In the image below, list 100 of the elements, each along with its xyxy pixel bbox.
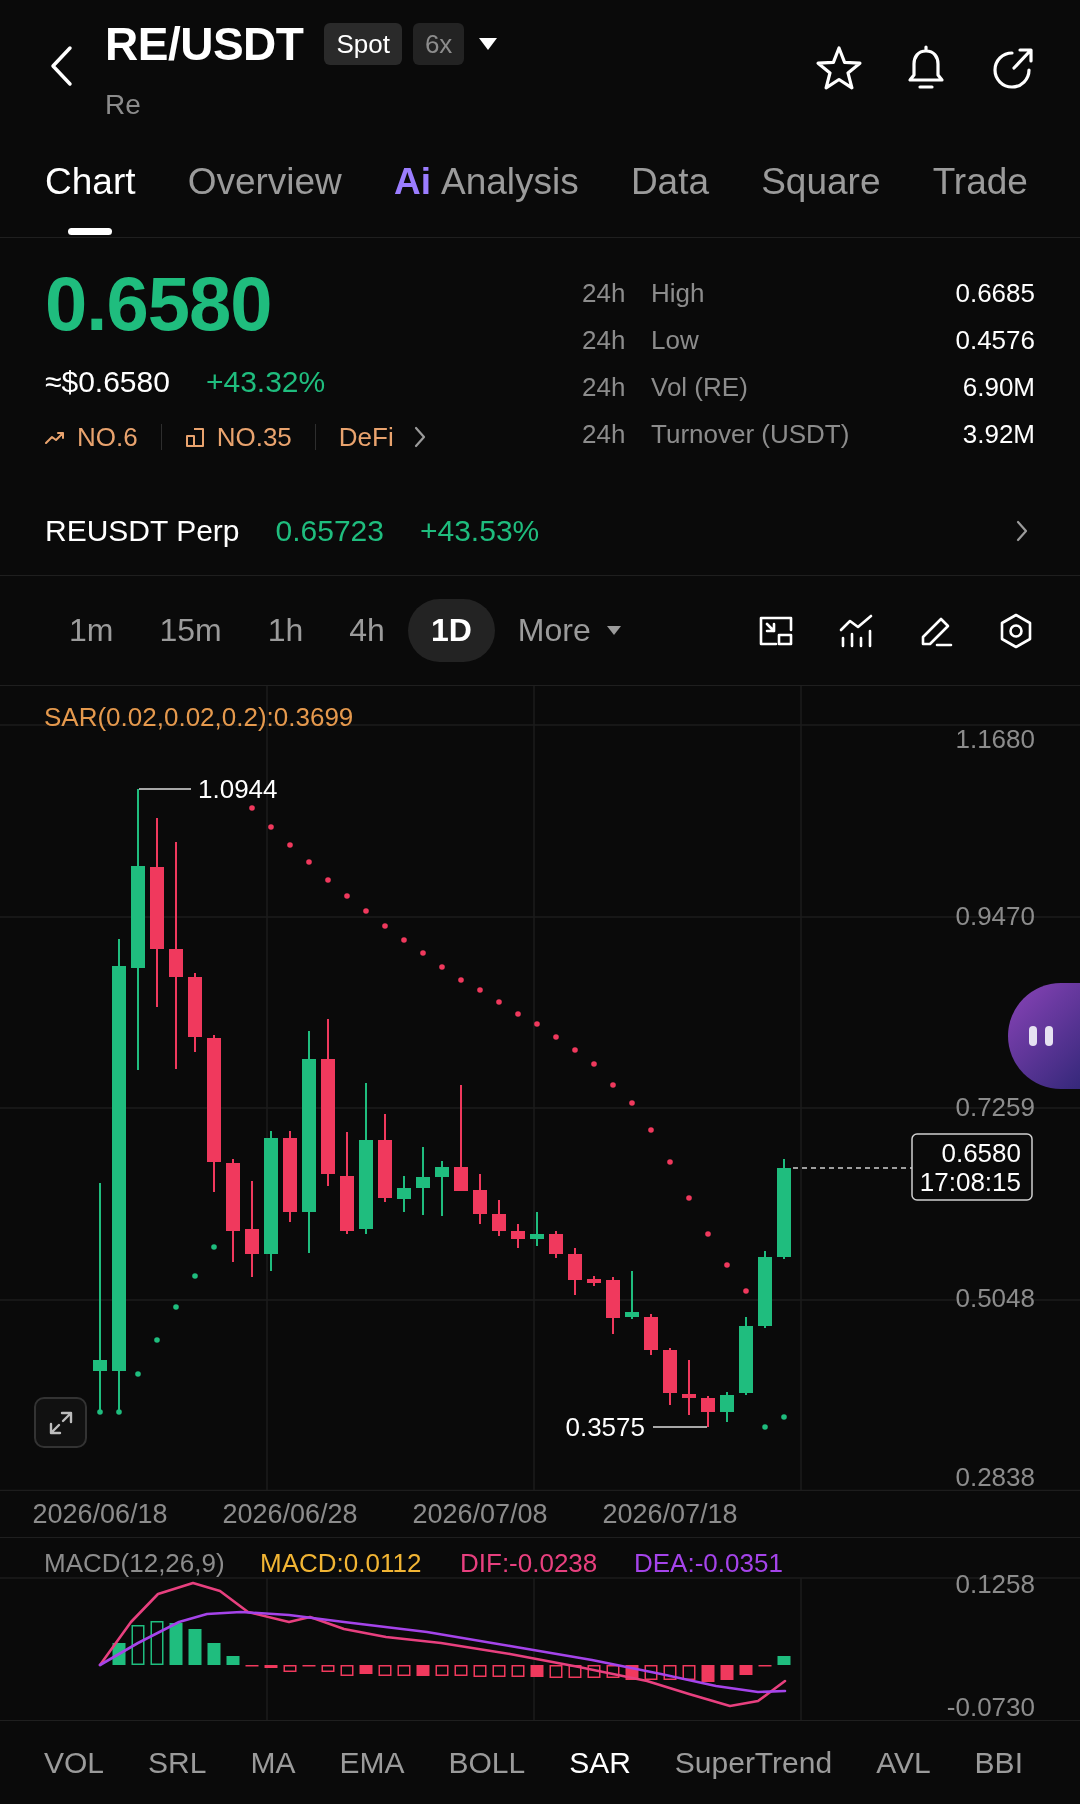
chevron-right-icon[interactable] (1016, 519, 1028, 542)
settings-icon[interactable] (998, 612, 1034, 649)
macd-legend-label: MACD:0.0112 (260, 1548, 422, 1578)
price-axis-label: 1.1680 (955, 724, 1035, 754)
macd-bar (473, 1665, 487, 1677)
stat-label: High (651, 278, 706, 309)
macd-bar (587, 1665, 601, 1678)
market-badge[interactable]: Spot (324, 23, 402, 65)
macd-bar (150, 1621, 164, 1665)
bars-icon (184, 427, 205, 447)
stat-period: 24h (582, 372, 627, 403)
last-price: 0.6580 (45, 264, 273, 344)
stat-value: 0.4576 (955, 325, 1035, 356)
price-axis-label: 0.7259 (955, 1092, 1035, 1122)
macd-axis-label: 0.1258 (955, 1569, 1035, 1599)
trend-up-icon (45, 430, 65, 444)
macd-bar (283, 1665, 297, 1672)
indicator-tab[interactable]: BOLL (448, 1742, 526, 1783)
indicator-tab[interactable]: VOL (44, 1742, 105, 1783)
ai-label: Ai (393, 160, 431, 204)
tab[interactable]: Ai Analysis (393, 140, 579, 237)
macd-bar (739, 1665, 753, 1675)
macd-bar (454, 1665, 468, 1676)
caret-icon[interactable] (479, 38, 498, 50)
tab[interactable]: Overview (187, 140, 342, 237)
macd-bar (321, 1665, 335, 1672)
date-label: 2026/06/18 (32, 1498, 168, 1530)
last-price-label: 0.6580 (941, 1138, 1021, 1168)
macd-bar (169, 1623, 183, 1665)
back-icon[interactable] (48, 45, 74, 87)
price-axis-label: 0.9470 (955, 901, 1035, 931)
indicator-tab[interactable]: SRL (148, 1742, 207, 1783)
interval-tab[interactable]: More (494, 599, 644, 662)
macd-bar (644, 1665, 658, 1680)
indicator-tab[interactable]: SAR (569, 1742, 631, 1783)
indicator-tab[interactable]: BBI (974, 1742, 1023, 1783)
chevron-right-icon (413, 426, 426, 448)
caret-icon (606, 626, 621, 635)
stat-label: Vol (RE) (651, 372, 749, 403)
perp-name[interactable]: REUSDT Perp (45, 513, 240, 548)
perp-price: 0.65723 (275, 513, 384, 548)
tab[interactable]: Square (761, 140, 881, 237)
macd-bar (378, 1665, 392, 1676)
bell-icon[interactable] (906, 45, 946, 91)
macd-bar (359, 1665, 373, 1674)
indicator-tab[interactable]: AVL (876, 1742, 931, 1783)
macd-bar (416, 1665, 430, 1676)
tab[interactable]: Chart (45, 140, 136, 237)
indicator-tab[interactable]: SuperTrend (674, 1742, 833, 1783)
tag-link[interactable]: NO.35 (184, 419, 292, 455)
market-badge[interactable]: 6x (412, 23, 465, 65)
macd-bar (530, 1665, 544, 1677)
macd-bar (131, 1625, 145, 1665)
interval-tab[interactable]: 15m (136, 599, 245, 662)
macd-bar (720, 1665, 734, 1680)
macd-bar (663, 1665, 677, 1680)
pair-title: RE/USDT (105, 19, 304, 69)
indicator-legend: SAR(0.02,0.02,0.2):0.3699 (44, 702, 354, 732)
tab[interactable]: Trade (932, 140, 1028, 237)
date-label: 2026/06/28 (222, 1498, 358, 1530)
eyes-icon (1028, 1025, 1054, 1047)
fiat-price: ≈$0.6580 (45, 364, 170, 400)
indicator-chart-icon[interactable] (838, 612, 874, 649)
macd-bar (340, 1665, 354, 1676)
stat-label: Low (651, 325, 700, 356)
tag-link[interactable]: NO.6 (45, 419, 138, 455)
macd-bar (682, 1665, 696, 1680)
macd-bar (492, 1665, 506, 1677)
indicator-tab[interactable]: EMA (339, 1742, 405, 1783)
stat-period: 24h (582, 419, 627, 450)
assistant-bubble[interactable] (1008, 983, 1080, 1089)
macd-bar (568, 1665, 582, 1678)
tab[interactable]: Data (630, 140, 710, 237)
expand-button[interactable] (34, 1397, 87, 1448)
macd-bar (207, 1643, 221, 1665)
perp-change: +43.53% (419, 513, 540, 548)
macd-bar (606, 1665, 620, 1678)
macd-bar (701, 1665, 715, 1682)
price-axis-label: 0.5048 (955, 1283, 1035, 1313)
circle-arrow-icon[interactable] (990, 46, 1034, 90)
low-leader-line (652, 1426, 708, 1428)
high-leader-line (138, 788, 192, 790)
date-label: 2026/07/08 (412, 1498, 548, 1530)
macd-legend-label: DEA:-0.0351 (634, 1548, 783, 1578)
price-change: +43.32% (205, 364, 326, 400)
interval-tab[interactable]: 1D (407, 599, 495, 662)
interval-tab[interactable]: 1h (244, 599, 327, 662)
macd-bar (226, 1656, 240, 1665)
macd-legend-label: MACD(12,26,9) (44, 1548, 225, 1578)
interval-tab[interactable]: 1m (46, 599, 137, 662)
macd-axis-label: -0.0730 (946, 1692, 1035, 1720)
stat-value: 3.92M (962, 419, 1035, 450)
tag-link[interactable]: DeFi (338, 419, 426, 455)
interval-tab[interactable]: 4h (326, 599, 408, 662)
star-icon[interactable] (816, 46, 862, 90)
stat-value: 6.90M (962, 372, 1035, 403)
low-price-label: 0.3575 (565, 1412, 645, 1442)
macd-bar (397, 1665, 411, 1676)
token-name: Re (105, 88, 141, 122)
indicator-tab[interactable]: MA (250, 1742, 296, 1783)
